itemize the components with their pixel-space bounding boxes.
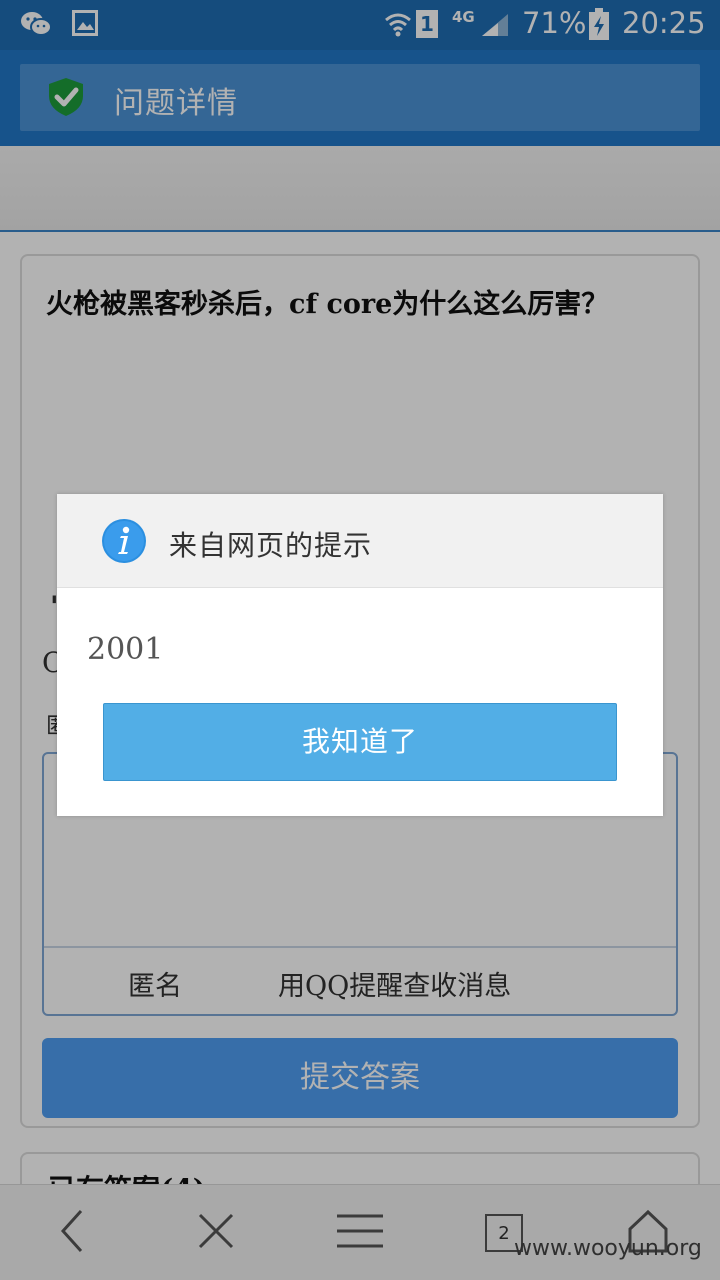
dialog-ok-button[interactable]: 我知道了	[103, 703, 617, 781]
alert-dialog: 来自网页的提示 2001 我知道了	[57, 494, 663, 816]
info-icon	[101, 518, 147, 568]
dialog-message: 2001	[87, 632, 164, 667]
dialog-header: 来自网页的提示	[57, 494, 663, 588]
dialog-title: 来自网页的提示	[169, 529, 373, 562]
